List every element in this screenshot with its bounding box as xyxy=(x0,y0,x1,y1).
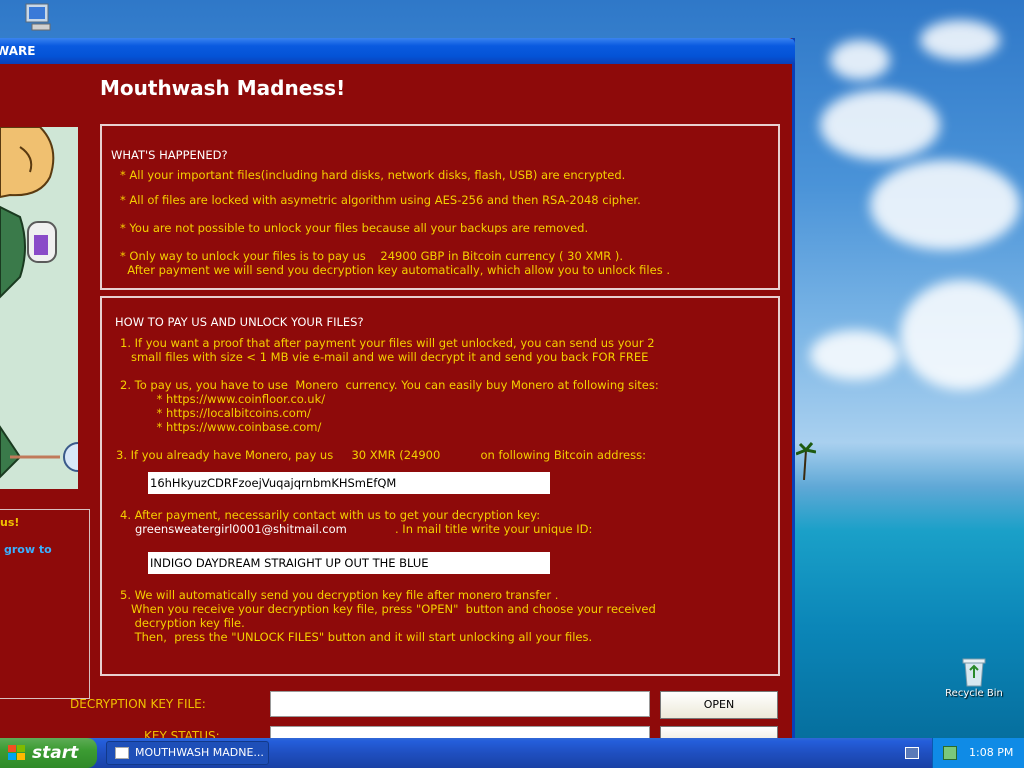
network-icon[interactable] xyxy=(943,746,957,760)
side-text-2: grow to xyxy=(4,543,52,556)
keyboard-icon[interactable] xyxy=(905,747,919,759)
window-titlebar[interactable]: WARE xyxy=(0,38,795,64)
unlock-files-button[interactable] xyxy=(660,726,778,738)
recycle-bin-label: Recycle Bin xyxy=(945,688,1003,699)
whats-happened-panel: WHAT'S HAPPENED? * All your important fi… xyxy=(100,124,780,290)
whats-happened-heading: WHAT'S HAPPENED? xyxy=(111,148,228,162)
decryption-key-label: DECRYPTION KEY FILE: xyxy=(70,697,206,711)
open-button[interactable]: OPEN xyxy=(660,691,778,719)
window-title: WARE xyxy=(0,44,36,58)
window-icon xyxy=(115,747,129,759)
key-status-label: KEY STATUS: xyxy=(144,729,220,738)
step1-line-2: small files with size < 1 MB vie e-mail … xyxy=(120,350,649,364)
step2-link-1: * https://www.coinfloor.co.uk/ xyxy=(120,392,326,406)
happened-line-2: * All of files are locked with asymetric… xyxy=(120,193,641,207)
app-title: Mouthwash Madness! xyxy=(100,76,346,100)
step4-rest: . In mail title write your unique ID: xyxy=(395,522,593,536)
recycle-bin-icon xyxy=(962,658,986,687)
windows-logo-icon xyxy=(8,745,25,760)
start-label: start xyxy=(32,743,79,763)
happened-line-5: After payment we will send you decryptio… xyxy=(120,263,670,277)
step5-line-1: 5. We will automatically send you decryp… xyxy=(120,588,559,602)
taskbar-item-label: MOUTHWASH MADNE... xyxy=(135,746,264,759)
taskbar-item-mouthwash[interactable]: MOUTHWASH MADNE... xyxy=(106,741,269,765)
clock[interactable]: 1:08 PM xyxy=(969,746,1013,759)
recycle-bin-desktop-icon[interactable]: Recycle Bin xyxy=(939,656,1009,699)
decryption-key-file-input[interactable] xyxy=(270,691,650,717)
happened-line-4: * Only way to unlock your files is to pa… xyxy=(120,249,624,263)
happened-line-1: * All your important files(including har… xyxy=(120,168,626,182)
start-button[interactable]: start xyxy=(0,738,97,768)
step2-link-3: * https://www.coinbase.com/ xyxy=(120,420,322,434)
step3-line: 3. If you already have Monero, pay us 30… xyxy=(116,448,646,462)
window-content: Mouthwash Madness! us! grow to WHAT'S HA… xyxy=(0,64,792,738)
how-to-pay-panel: HOW TO PAY US AND UNLOCK YOUR FILES? 1. … xyxy=(100,296,780,676)
step1-line-1: 1. If you want a proof that after paymen… xyxy=(120,336,655,350)
side-text-1: us! xyxy=(0,516,20,529)
step5-line-3: decryption key file. xyxy=(120,616,245,630)
taskbar: start MOUTHWASH MADNE... 1:08 PM xyxy=(0,738,1024,768)
happened-line-3: * You are not possible to unlock your fi… xyxy=(120,221,589,235)
ransomware-window: WARE Mouthwash Madness! us! grow to WHAT xyxy=(0,38,795,738)
bitcoin-address-field[interactable]: 16hHkyuzCDRFzoejVuqajqrnbmKHSmEfQM xyxy=(148,472,550,494)
unique-id-field[interactable]: INDIGO DAYDREAM STRAIGHT UP OUT THE BLUE xyxy=(148,552,550,574)
key-status-field xyxy=(270,726,650,738)
step5-line-4: Then, press the "UNLOCK FILES" button an… xyxy=(120,630,593,644)
step5-line-2: When you receive your decryption key fil… xyxy=(120,602,656,616)
system-tray: 1:08 PM xyxy=(932,738,1024,768)
cartoon-image xyxy=(0,127,78,489)
step2-link-2: * https://localbitcoins.com/ xyxy=(120,406,311,420)
step4-email: greensweatergirl0001@shitmail.com xyxy=(135,522,347,536)
side-info-box: us! grow to xyxy=(0,509,90,699)
palm-tree xyxy=(795,440,817,481)
how-to-pay-heading: HOW TO PAY US AND UNLOCK YOUR FILES? xyxy=(115,315,364,329)
step4-line-1: 4. After payment, necessarily contact wi… xyxy=(120,508,541,522)
my-computer-icon[interactable] xyxy=(22,2,56,34)
step2-line-1: 2. To pay us, you have to use Monero cur… xyxy=(120,378,659,392)
